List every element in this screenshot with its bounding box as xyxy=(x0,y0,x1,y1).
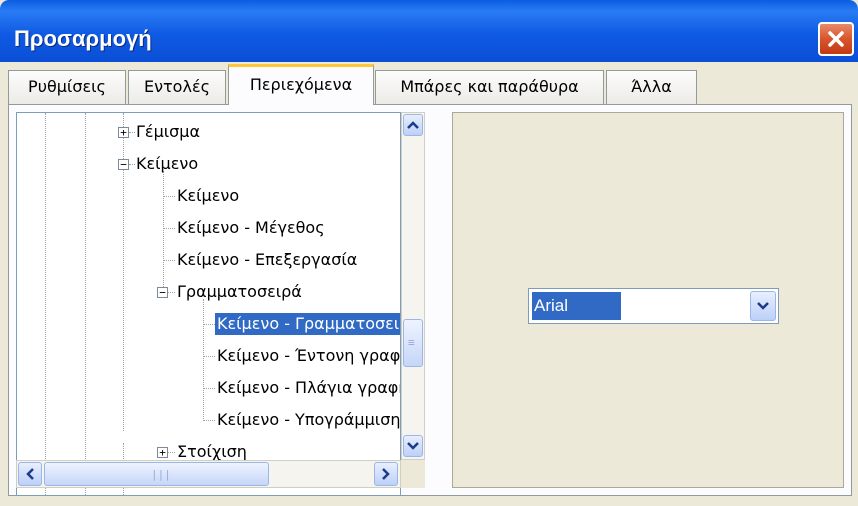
tree-item-text-font[interactable]: Κείμενο - Γραμματοσειρά xyxy=(215,313,400,335)
scroll-up-button[interactable] xyxy=(403,114,423,136)
arrow-right-icon xyxy=(382,468,390,480)
arrow-up-icon xyxy=(407,121,419,129)
tree-item-text-italic[interactable]: Κείμενο - Πλάγια γραφή xyxy=(217,377,400,399)
horizontal-scroll-thumb[interactable]: ||| xyxy=(44,462,269,486)
command-tree[interactable]: + Γέμισμα − Κείμενο Κείμενο Κείμενο - Μέ… xyxy=(16,112,401,496)
collapse-icon[interactable]: − xyxy=(118,159,129,170)
tree-item-text-underline[interactable]: Κείμενο - Υπογράμμιση xyxy=(217,409,400,431)
tree-item-text-edit[interactable]: Κείμενο - Επεξεργασία xyxy=(177,249,357,271)
tree-connector xyxy=(203,356,215,357)
tab-commands[interactable]: Εντολές xyxy=(128,70,226,104)
scroll-down-button[interactable] xyxy=(403,435,423,457)
tree-connector xyxy=(163,228,175,229)
arrow-left-icon xyxy=(26,468,34,480)
expand-icon[interactable]: + xyxy=(157,447,168,458)
tree-connector xyxy=(203,388,215,389)
font-select[interactable]: Arial xyxy=(528,288,779,324)
tab-settings[interactable]: Ρυθμίσεις xyxy=(8,70,126,104)
tree-item-text-bold[interactable]: Κείμενο - Έντονη γραφή xyxy=(217,345,400,367)
tree-connector xyxy=(129,164,135,165)
tree-item-fill[interactable]: Γέμισμα xyxy=(136,121,200,143)
font-dropdown-button[interactable] xyxy=(750,291,776,321)
tab-bars-windows[interactable]: Μπάρες και παράθυρα xyxy=(375,70,604,104)
tree-item-text-size[interactable]: Κείμενο - Μέγεθος xyxy=(177,217,325,239)
tab-strip: Ρυθμίσεις Εντολές Περιεχόμενα Μπάρες και… xyxy=(0,62,858,105)
tree-horizontal-scrollbar[interactable]: ||| xyxy=(16,460,401,488)
scroll-left-button[interactable] xyxy=(18,462,42,486)
tree-guide-line xyxy=(203,299,204,419)
tree-item-font[interactable]: Γραμματοσειρά xyxy=(177,281,302,303)
scrollbar-corner xyxy=(401,460,425,488)
tab-other[interactable]: Άλλα xyxy=(606,70,697,104)
vertical-scroll-thumb[interactable]: ≡ xyxy=(403,319,423,367)
tree-connector xyxy=(203,420,215,421)
scroll-grip: ≡ xyxy=(408,336,415,349)
tree-connector xyxy=(168,452,175,453)
tree-vertical-scrollbar[interactable]: ≡ xyxy=(401,112,425,460)
window-title: Προσαρμογή xyxy=(14,26,152,51)
font-select-value: Arial xyxy=(532,292,621,320)
scroll-right-button[interactable] xyxy=(374,462,398,486)
expand-icon[interactable]: + xyxy=(118,127,129,138)
tree-guide-line xyxy=(45,113,46,495)
tree-connector xyxy=(168,292,175,293)
tree-connector xyxy=(203,324,215,325)
tree-connector xyxy=(163,260,175,261)
tree-connector xyxy=(129,132,135,133)
tree-guide-line xyxy=(85,113,86,495)
tree-guide-line xyxy=(163,171,164,289)
chevron-down-icon xyxy=(757,302,769,310)
tree-item-text[interactable]: Κείμενο xyxy=(136,153,198,175)
scroll-grip: ||| xyxy=(151,468,171,481)
arrow-down-icon xyxy=(407,442,419,450)
close-icon xyxy=(828,31,844,47)
close-button[interactable] xyxy=(818,22,854,56)
collapse-icon[interactable]: − xyxy=(157,287,168,298)
tree-connector xyxy=(163,196,175,197)
tab-contents[interactable]: Περιεχόμενα xyxy=(228,64,374,105)
title-bar[interactable]: Προσαρμογή xyxy=(0,0,858,62)
tree-item-text-default[interactable]: Κείμενο xyxy=(177,185,239,207)
